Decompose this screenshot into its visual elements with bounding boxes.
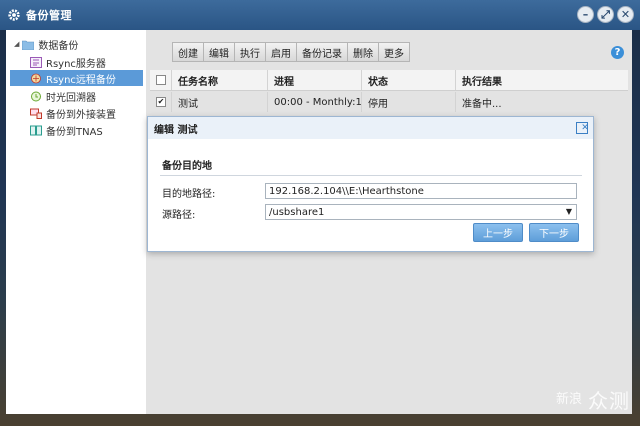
external-device-icon [30,108,42,119]
sidebar: ◢ 数据备份 Rsync服务器 Rsync远程备份 时光回溯器 备份到外接装置 … [6,30,146,414]
next-step-button[interactable]: 下一步 [529,223,579,242]
enable-button[interactable]: 启用 [266,42,297,62]
window-titlebar: 备份管理 – ⤢ ✕ [0,0,640,30]
sidebar-item-label: 备份到外接装置 [46,109,116,121]
sidebar-item-rsync-server[interactable]: Rsync服务器 [30,54,106,70]
maximize-icon: ⤢ [601,8,610,21]
dest-path-label: 目的地路径: [162,189,216,200]
sidebar-item-label: 数据备份 [38,40,79,52]
dialog-title: 编辑 测试 [154,124,198,136]
source-path-label: 源路径: [162,210,196,221]
maximize-button[interactable]: ⤢ [597,6,614,23]
source-path-select[interactable]: /usbshare1 ▼ [265,204,577,220]
sidebar-item-label: 时光回溯器 [46,92,96,104]
row-checkbox[interactable]: ✔ [156,97,166,107]
watermark-small: 新浪 [556,391,583,407]
section-title: 备份目的地 [162,161,212,172]
column-header-status[interactable]: 状态 [362,70,456,90]
sidebar-item-data-backup[interactable]: ◢ 数据备份 [14,36,78,52]
row-status: 停用 [362,92,456,112]
sidebar-item-rsync-remote[interactable]: Rsync远程备份 [10,70,143,86]
watermark-big: 众测 [588,389,630,413]
row-name: 测试 [172,92,268,112]
minimize-button[interactable]: – [577,6,594,23]
run-button[interactable]: 执行 [235,42,266,62]
close-icon: ✕ [581,122,589,133]
help-icon[interactable]: ? [611,46,624,59]
create-button[interactable]: 创建 [172,42,204,62]
tree-expand-icon[interactable]: ◢ [14,40,19,48]
sidebar-item-label: Rsync服务器 [46,58,106,70]
divider [160,175,582,176]
gear-icon [8,9,20,21]
tnas-icon [30,125,42,135]
column-header-name[interactable]: 任务名称 [172,70,268,90]
watermark: 新浪 众测 [556,385,630,414]
table-header: 任务名称 进程 状态 执行结果 [150,70,628,91]
dialog-header: 编辑 测试 ✕ [148,117,593,139]
row-result: 准备中... [462,98,502,110]
dialog-close-button[interactable]: ✕ [576,122,589,134]
dest-path-input[interactable]: 192.168.2.104\\E:\Hearthstone [265,183,577,199]
column-header-result[interactable]: 执行结果 [456,70,628,90]
sidebar-item-tnas[interactable]: 备份到TNAS [30,122,103,138]
sidebar-item-label: 备份到TNAS [46,126,103,138]
dest-path-value: 192.168.2.104\\E:\Hearthstone [269,185,424,197]
more-button[interactable]: 更多 [379,42,410,62]
close-icon: ✕ [620,8,631,21]
prev-step-button[interactable]: 上一步 [473,223,523,242]
row-process: 00:00 - Monthly:1 [268,92,362,112]
dropdown-arrow-icon: ▼ [565,207,572,216]
backup-log-button[interactable]: 备份记录 [297,42,348,62]
select-all-cell [150,70,172,90]
sidebar-item-time-machine[interactable]: 时光回溯器 [30,88,96,104]
table-row[interactable]: ✔ 测试 00:00 - Monthly:1 停用 准备中... [150,92,628,112]
source-path-value: /usbshare1 [269,206,325,218]
rsync-server-icon [30,56,42,68]
folder-icon [22,40,35,50]
window-title: 备份管理 [26,9,72,22]
select-all-checkbox[interactable] [156,75,166,85]
row-checkbox-cell: ✔ [150,92,172,112]
delete-button[interactable]: 删除 [348,42,379,62]
column-header-process[interactable]: 进程 [268,70,362,90]
edit-button[interactable]: 编辑 [204,42,235,62]
edit-dialog: 编辑 测试 ✕ 备份目的地 目的地路径: 192.168.2.104\\E:\H… [147,116,594,252]
rsync-remote-icon [31,73,41,83]
minimize-icon: – [582,8,589,21]
close-button[interactable]: ✕ [617,6,634,23]
sidebar-item-external-device[interactable]: 备份到外接装置 [30,105,116,121]
sidebar-item-label: Rsync远程备份 [46,74,116,86]
toolbar: 创建 编辑 执行 启用 备份记录 删除 更多 [172,42,410,62]
time-machine-icon [31,91,41,101]
